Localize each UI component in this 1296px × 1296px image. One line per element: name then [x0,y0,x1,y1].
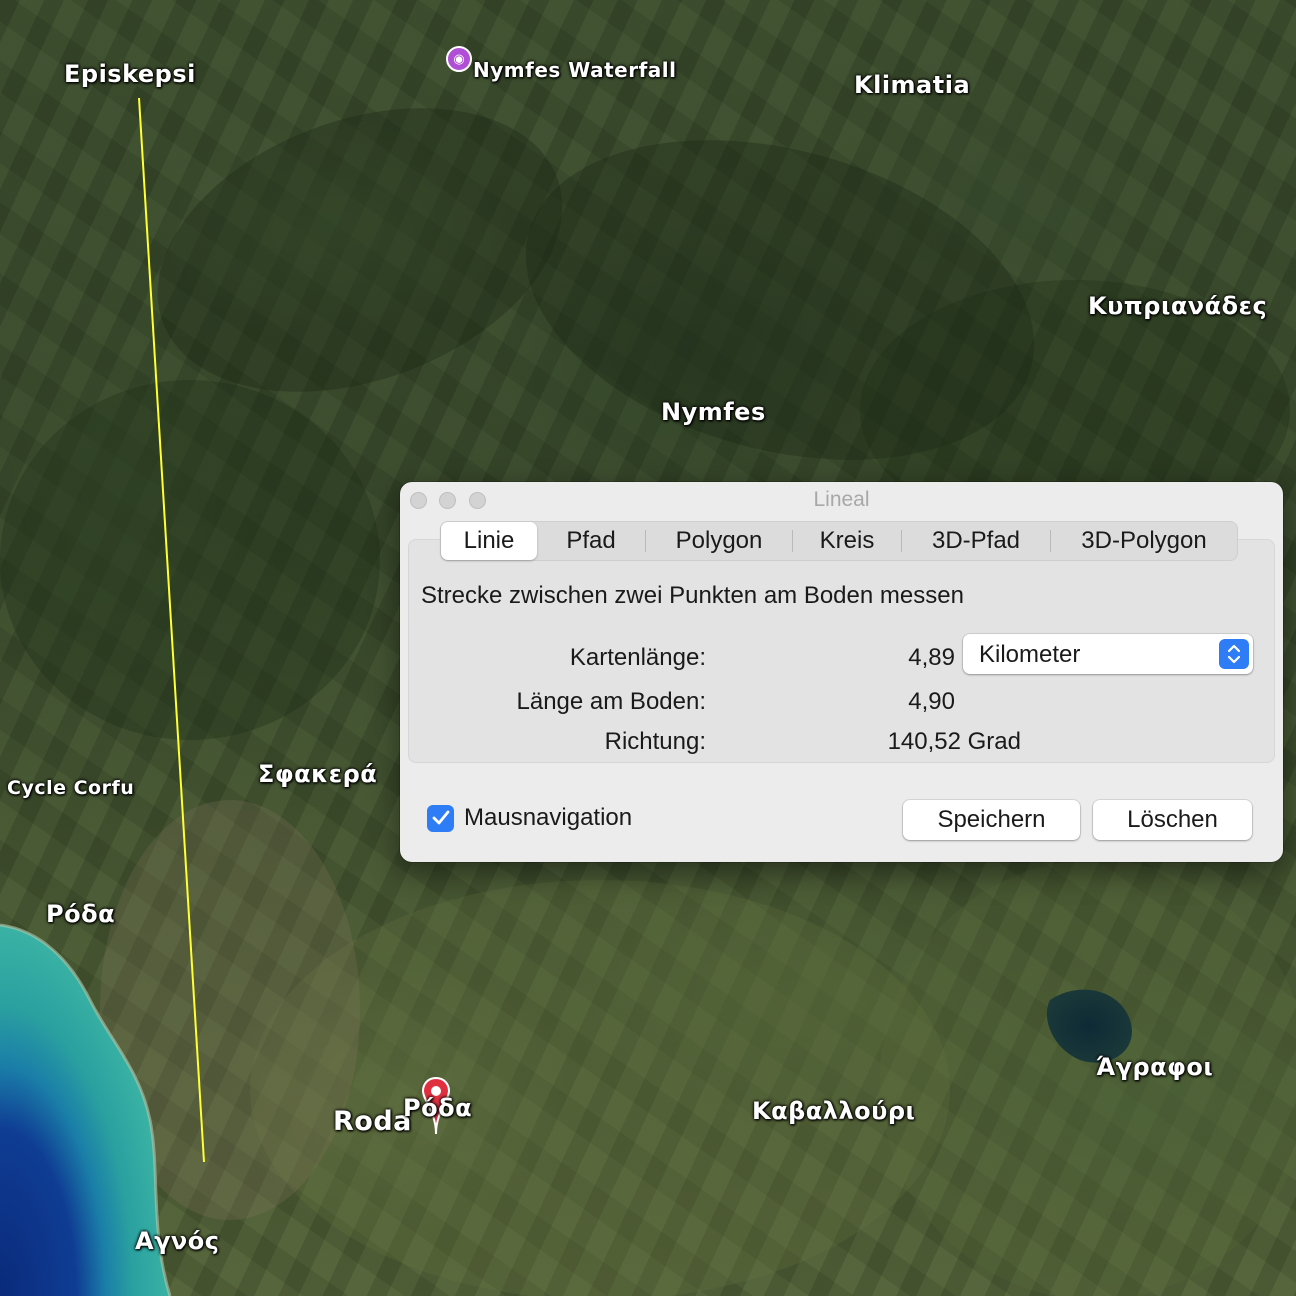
label-nymfes-waterfall[interactable]: Nymfes Waterfall [473,58,677,82]
window-title: Lineal [813,488,870,511]
label-kyprianades[interactable]: Κυπριανάδες [1088,292,1267,320]
mouse-navigation-label: Mausnavigation [464,804,633,831]
unit-select-value: Kilometer [979,641,1081,668]
heading-value: 140,52 Grad [887,728,1021,755]
map-length-value: 4,89 [908,644,955,671]
ground-length-label: Länge am Boden: [516,688,706,715]
map-length-label: Kartenlänge: [569,644,706,671]
label-episkepsi[interactable]: Episkepsi [64,60,196,88]
tab-3d-polygon[interactable]: 3D-Polygon [1051,522,1237,560]
measure-description: Strecke zwischen zwei Punkten am Boden m… [421,582,964,609]
ground-length-value: 4,90 [908,688,955,715]
save-button[interactable]: Speichern [903,800,1080,840]
label-nymfes[interactable]: Nymfes [661,398,766,426]
chevron-up-down-icon [1219,639,1249,669]
ruler-segment [138,97,205,1163]
label-klimatia[interactable]: Klimatia [854,71,970,99]
tab-kreis[interactable]: Kreis [793,522,901,560]
mouse-navigation-toggle[interactable]: Mausnavigation [427,804,632,832]
tool-tabs: Linie Pfad Polygon Kreis 3D-Pfad 3D-Poly… [440,521,1238,561]
label-roda[interactable]: Roda [333,1106,412,1137]
label-roda-greek-pin[interactable]: Ρόδα [403,1094,472,1122]
tab-polygon[interactable]: Polygon [646,522,792,560]
unit-select[interactable]: Kilometer [963,634,1253,674]
label-cycle-corfu[interactable]: Cycle Corfu [7,777,134,799]
label-sfakera[interactable]: Σφακερά [258,760,377,788]
heading-label: Richtung: [604,728,706,755]
mouse-navigation-checkbox[interactable] [427,804,454,832]
tab-pfad[interactable]: Pfad [537,522,645,560]
title-bar[interactable]: Lineal [400,482,1283,520]
label-roda-greek-west[interactable]: Ρόδα [46,900,115,928]
tab-3d-pfad[interactable]: 3D-Pfad [902,522,1050,560]
delete-button[interactable]: Löschen [1093,800,1252,840]
checkmark-icon [432,810,449,825]
label-agrafoi[interactable]: Άγραφοι [1096,1053,1213,1081]
camera-poi-icon[interactable]: ◉ [446,46,472,72]
tab-linie[interactable]: Linie [441,522,537,560]
ruler-dialog: Lineal Linie Pfad Polygon Kreis 3D-Pfad … [400,482,1283,862]
label-agnos[interactable]: Αγνός [135,1227,219,1255]
label-kavallouri[interactable]: Καβαλλούρι [752,1097,915,1125]
